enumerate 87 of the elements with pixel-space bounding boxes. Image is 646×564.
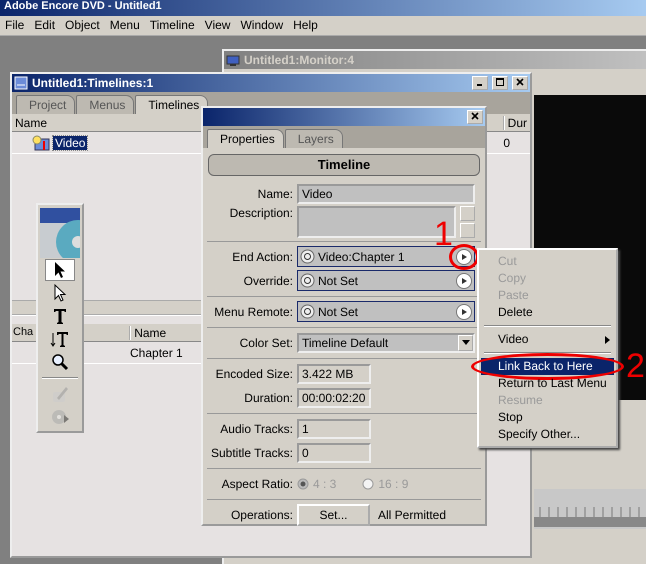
- tab[interactable]: Layers: [284, 129, 343, 148]
- menu-item[interactable]: Return to Last Menu: [481, 375, 614, 392]
- menu-button[interactable]: [456, 304, 472, 320]
- field-label: Duration:: [243, 390, 293, 406]
- section-header: Timeline: [208, 154, 480, 176]
- menu-item[interactable]: Help: [288, 18, 323, 33]
- field-value: Video:Chapter 1: [318, 250, 406, 264]
- readonly-field: 0: [297, 442, 371, 463]
- menu-item[interactable]: File: [0, 18, 30, 33]
- dropdown[interactable]: Timeline Default: [297, 332, 475, 353]
- tab[interactable]: Menus: [76, 95, 134, 114]
- annotation-number: 1: [434, 216, 453, 251]
- monitor-icon: [226, 54, 240, 66]
- menu-button[interactable]: [456, 248, 472, 265]
- scrollbar[interactable]: [460, 206, 475, 238]
- menu-item[interactable]: Object: [60, 18, 105, 33]
- menu-item[interactable]: View: [200, 18, 236, 33]
- field-label: Color Set:: [238, 336, 293, 350]
- vertical-text-tool-icon: [50, 329, 70, 349]
- column-header: Dur: [502, 116, 530, 130]
- app-title: Adobe Encore DVD - Untitled1: [0, 0, 646, 16]
- field-label: Aspect Ratio:: [220, 476, 293, 492]
- menu-item[interactable]: Stop: [481, 409, 614, 426]
- disc-artwork-drawing: [40, 208, 80, 258]
- field-value: Not Set: [318, 304, 360, 320]
- disc-play-icon: [50, 407, 70, 427]
- link-icon: [300, 273, 315, 288]
- link-icon: [300, 249, 315, 264]
- play-icon: [460, 308, 468, 316]
- column-header: Cha: [12, 326, 34, 340]
- timeline-icon: [14, 76, 28, 90]
- menu-item[interactable]: Edit: [29, 18, 60, 33]
- readonly-field: 00:00:02:20: [297, 388, 371, 408]
- set-button[interactable]: Set...: [297, 504, 370, 526]
- tab[interactable]: Timelines: [135, 95, 208, 114]
- tool-button[interactable]: [45, 259, 75, 281]
- text-field[interactable]: Video: [297, 184, 475, 204]
- field-label: Operations:: [230, 508, 293, 522]
- field-label: Menu Remote:: [213, 304, 293, 320]
- link-field[interactable]: Not Set: [297, 270, 475, 292]
- close-button[interactable]: [512, 76, 528, 90]
- field-label: Override:: [242, 274, 293, 288]
- timeline-icon: [32, 134, 50, 151]
- menu-item[interactable]: Timeline: [144, 18, 200, 33]
- radio-empty-icon: [362, 478, 374, 490]
- magnifier-icon: [50, 352, 70, 372]
- field-label: Encoded Size:: [214, 366, 293, 382]
- maximize-button[interactable]: [492, 76, 508, 90]
- menu-item[interactable]: Menu: [104, 18, 145, 33]
- field-label: Audio Tracks:: [219, 422, 293, 436]
- tab[interactable]: Project: [16, 95, 76, 114]
- annotation-number: 2: [626, 349, 645, 383]
- menu-button[interactable]: [456, 272, 472, 289]
- readonly-field: 3.422 MB: [297, 364, 371, 384]
- play-icon: [460, 252, 468, 261]
- list-item[interactable]: Video: [53, 136, 88, 150]
- radio-selected-icon: [297, 478, 309, 490]
- menu-item[interactable]: Specify Other...: [481, 426, 614, 443]
- status-text: All Permitted: [378, 508, 446, 522]
- link-icon: [300, 304, 315, 320]
- maximize-icon: [496, 78, 504, 86]
- field-label: Description:: [228, 206, 293, 220]
- menu-item[interactable]: Video: [481, 331, 614, 348]
- menu-item[interactable]: Window: [235, 18, 288, 33]
- column-header: Name: [14, 116, 48, 130]
- field-label: Subtitle Tracks:: [210, 446, 293, 460]
- submenu-arrow-icon: [605, 336, 610, 344]
- menu-item[interactable]: Link Back to Here: [481, 358, 614, 375]
- list-item[interactable]: Chapter 1: [130, 346, 183, 360]
- close-button[interactable]: [467, 110, 483, 124]
- window-title: Untitled1:Monitor:4: [244, 52, 354, 68]
- close-icon: [516, 78, 524, 86]
- window-title: Untitled1:Timelines:1: [32, 76, 154, 90]
- close-icon: [471, 112, 479, 120]
- link-field[interactable]: Not Set: [297, 301, 475, 322]
- column-header: Name: [129, 326, 170, 340]
- field-label: End Action:: [231, 250, 293, 264]
- minimize-button[interactable]: [472, 76, 488, 90]
- field-value: Not Set: [318, 274, 360, 288]
- dropdown-value: Timeline Default: [302, 336, 388, 350]
- menu-item[interactable]: Delete: [481, 304, 614, 321]
- tab[interactable]: Properties: [207, 129, 284, 148]
- field-label: Name:: [256, 186, 293, 202]
- readonly-field: 1: [297, 418, 371, 439]
- play-icon: [460, 276, 468, 285]
- caret-icon: [462, 340, 470, 346]
- table-cell: 0: [503, 136, 510, 150]
